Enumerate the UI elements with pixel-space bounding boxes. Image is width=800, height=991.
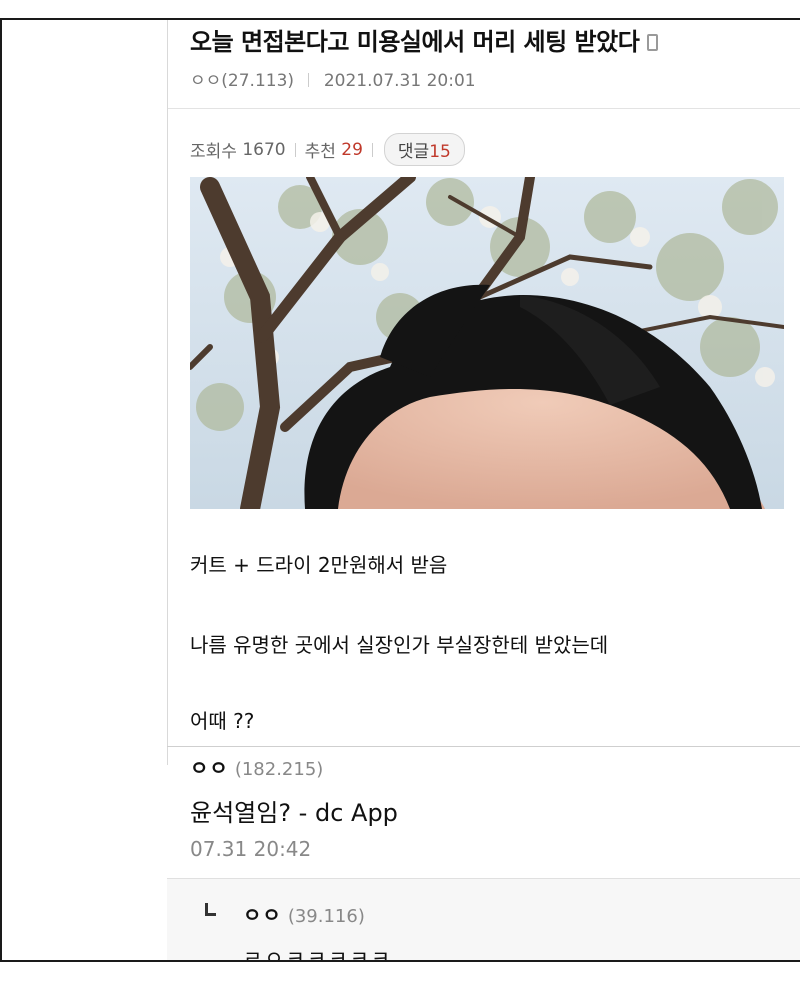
- comment-text: 윤석열임? - dc App: [190, 799, 398, 827]
- post-body-line-3: 어때 ??: [190, 709, 255, 733]
- photo-illustration: [190, 177, 784, 509]
- meta-divider: [308, 73, 310, 87]
- comment-ip: (182.215): [234, 759, 324, 780]
- post-meta: ㅇㅇ(27.113) 2021.07.31 20:01: [190, 66, 476, 91]
- author-nick[interactable]: ㅇㅇ: [190, 71, 221, 91]
- stats-divider: [294, 142, 296, 157]
- reply-ip: (39.116): [287, 906, 365, 927]
- comment-count-button[interactable]: 댓글15: [383, 133, 465, 166]
- post-body-line-1: 커트 + 드라이 2만원해서 받음: [190, 553, 448, 577]
- post-area: 오늘 면접본다고 미용실에서 머리 세팅 받았다 ㅇㅇ(27.113) 2021…: [167, 20, 800, 765]
- screenshot-frame: 오늘 면접본다고 미용실에서 머리 세팅 받았다 ㅇㅇ(27.113) 2021…: [0, 18, 800, 962]
- reply-header: ㅇㅇ (39.116): [243, 899, 365, 928]
- comments-divider: [167, 746, 800, 747]
- views-count: 1670: [242, 139, 286, 160]
- post-photo[interactable]: [190, 177, 784, 509]
- comments-label: 댓글: [397, 142, 430, 162]
- stats-divider: [371, 142, 373, 157]
- post-datetime: 2021.07.31 20:01: [323, 71, 476, 91]
- author-ip: (27.113): [221, 71, 295, 91]
- comments-count: 15: [429, 142, 451, 162]
- views-label: 조회수: [190, 142, 237, 162]
- post-stats: 조회수 1670 추천 29 댓글15: [190, 133, 465, 166]
- comment-date: 07.31 20:42: [190, 837, 312, 861]
- mobile-phone-icon: [647, 34, 659, 51]
- reply-text: ㄹㅇㅋㅋㅋㅋㅋ: [243, 947, 393, 962]
- recommend-label: 추천: [304, 142, 336, 162]
- reply-nick[interactable]: ㅇㅇ: [243, 903, 282, 927]
- reply-item: ㅇㅇ (39.116) ㄹㅇㅋㅋㅋㅋㅋ: [167, 878, 800, 962]
- comment-item: ㅇㅇ (182.215): [190, 752, 323, 781]
- comment-header: ㅇㅇ (182.215): [190, 752, 323, 781]
- post-body-line-2: 나름 유명한 곳에서 실장인가 부실장한테 받았는데: [190, 633, 609, 657]
- post-title: 오늘 면접본다고 미용실에서 머리 세팅 받았다: [190, 22, 659, 57]
- reply-arrow-icon: [205, 903, 216, 916]
- recommend-count: 29: [341, 139, 363, 160]
- comment-nick[interactable]: ㅇㅇ: [190, 756, 229, 780]
- header-divider: [168, 108, 800, 109]
- post-title-text: 오늘 면접본다고 미용실에서 머리 세팅 받았다: [190, 28, 640, 56]
